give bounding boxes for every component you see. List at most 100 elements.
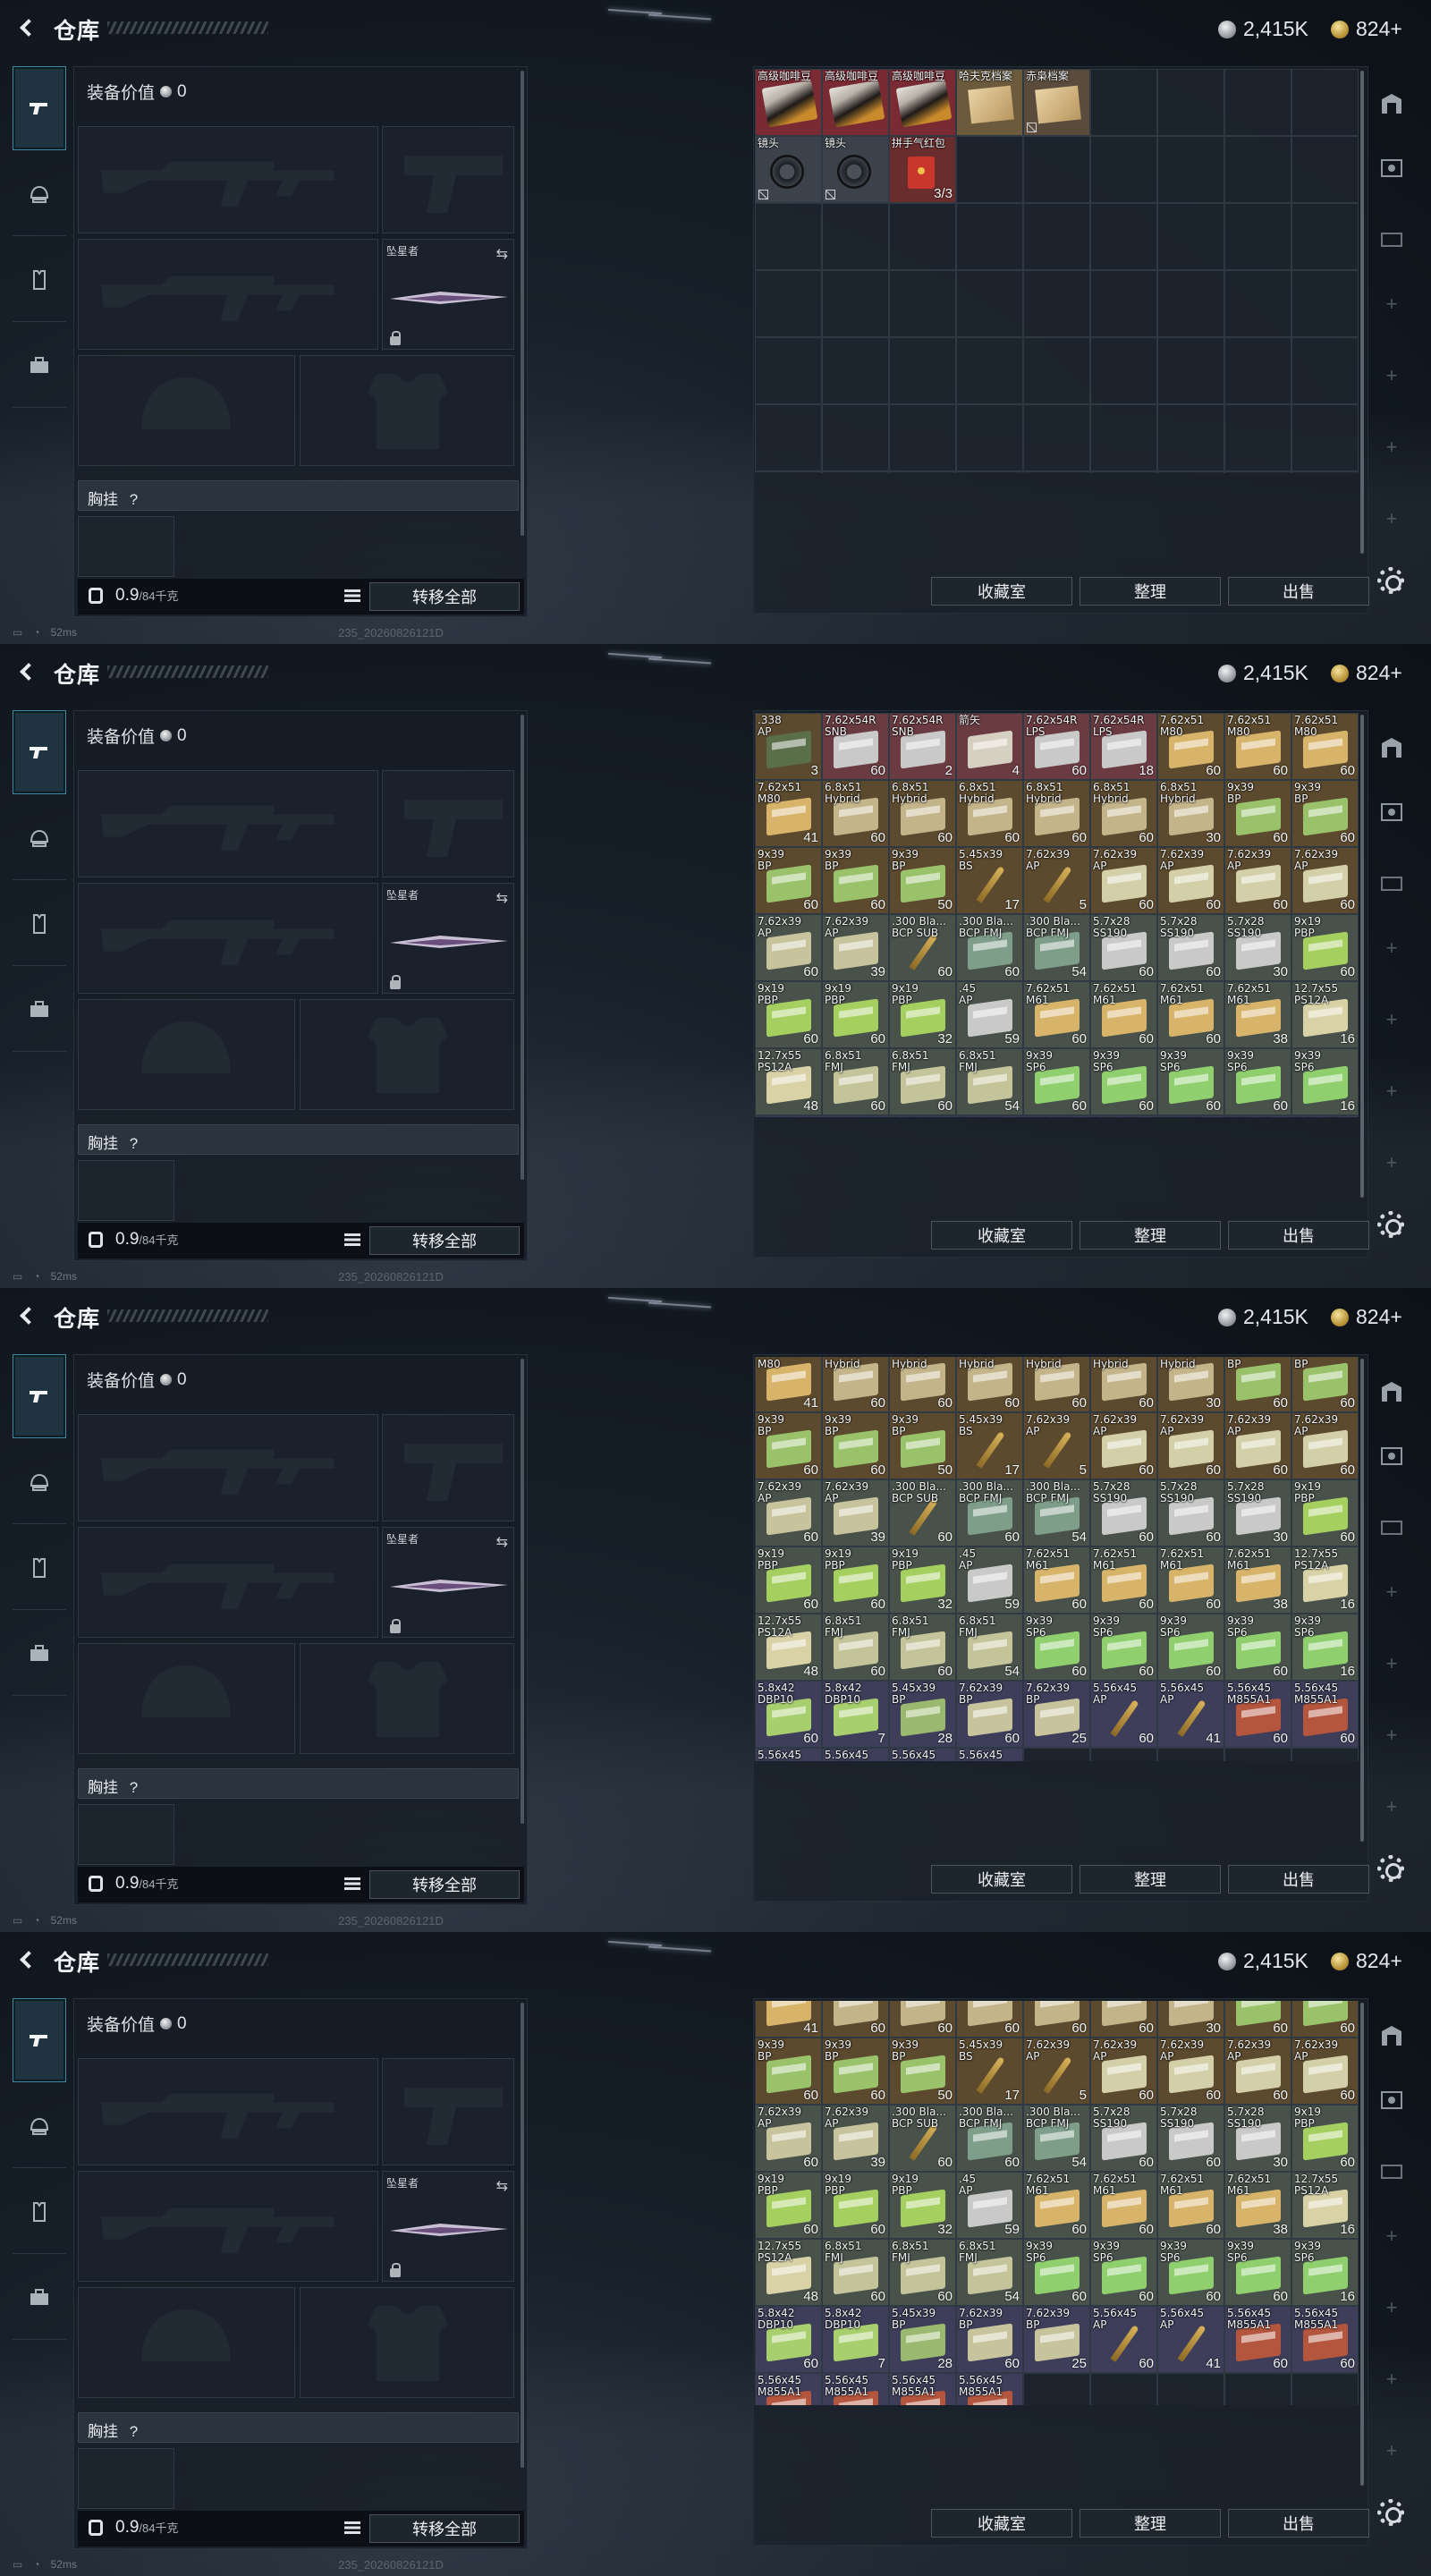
inventory-item[interactable]: 9x19 PBP 60	[755, 981, 822, 1048]
inventory-item[interactable]: 9x39 SP6 60	[1224, 1613, 1291, 1681]
inventory-item[interactable]: 9x39 SP6 60	[1090, 2239, 1157, 2307]
armor-slot[interactable]	[300, 1643, 514, 1754]
tab-helmet[interactable]	[13, 1440, 66, 1524]
inventory-item[interactable]: 5.7x28 SS190 30	[1224, 1479, 1291, 1546]
primary-weapon-slot[interactable]	[78, 770, 378, 877]
inventory-item[interactable]: 7.62x39 AP 39	[822, 914, 889, 981]
inventory-item[interactable]: .300 Bla... BCP SUB 60	[889, 2105, 956, 2173]
inventory-item[interactable]: 7.62x39 AP 60	[1090, 1411, 1157, 1479]
inventory-item[interactable]: 6.8x51 Hybrid60	[956, 780, 1023, 847]
equipment-scrollbar[interactable]	[521, 715, 524, 1180]
inventory-item[interactable]: 9x19 PBP 60	[1291, 914, 1359, 981]
inventory-item[interactable]: 7.62x39 BP60	[956, 1115, 1023, 1117]
inventory-item[interactable]: 9x39 BP 50	[889, 1411, 956, 1479]
gold-currency[interactable]: 824+	[1331, 1949, 1402, 1973]
backup-weapon-slot[interactable]	[78, 2171, 378, 2282]
inventory-item[interactable]: .300 Bla... BCP FMJ 54	[1023, 2105, 1090, 2173]
inventory-item[interactable]: 5.45x39 BS 17	[956, 847, 1023, 914]
inventory-item[interactable]: 7.62x39 AP 60	[1157, 847, 1224, 914]
add-page-2[interactable]: +	[1372, 356, 1411, 395]
transfer-all-button[interactable]: 转移全部	[369, 2514, 520, 2543]
tab-case[interactable]	[13, 2256, 66, 2340]
gold-currency[interactable]: 824+	[1331, 17, 1402, 41]
helmet-slot[interactable]	[78, 355, 295, 466]
inventory-item[interactable]: 6.8x51 FMJ 54	[956, 2239, 1023, 2307]
add-page-3[interactable]: +	[1372, 1072, 1411, 1111]
inventory-item[interactable]: 5.56x45 AP 60	[1090, 1680, 1157, 1748]
inventory-item[interactable]: 9x39 BP60	[822, 1411, 889, 1479]
inventory-item[interactable]: 赤枭档案	[1023, 69, 1090, 136]
inventory-item[interactable]: 哈夫克档案	[956, 69, 1023, 136]
inventory-item[interactable]: 12.7x55 PS12A 48	[755, 1048, 822, 1115]
tab-helmet[interactable]	[13, 2084, 66, 2168]
inventory-item[interactable]: 9x39 BP 50	[889, 847, 956, 914]
inventory-item[interactable]: 7.62x51 M61 60	[1157, 981, 1224, 1048]
collection-room-button[interactable]: 收藏室	[931, 2509, 1072, 2538]
inventory-item[interactable]: 5.7x28 SS190 60	[1090, 2105, 1157, 2173]
inventory-item[interactable]: .300 Bla... BCP FMJ 54	[1023, 914, 1090, 981]
inventory-item[interactable]: 7.62x51 M61 38	[1224, 1546, 1291, 1614]
storage-page-2[interactable]	[1372, 1436, 1411, 1476]
storage-scrollbar[interactable]	[1360, 71, 1364, 554]
add-page-4[interactable]: +	[1372, 2431, 1411, 2470]
helmet-slot[interactable]	[78, 999, 295, 1110]
inventory-item[interactable]: 7.62x51 M61 60	[1023, 2172, 1090, 2240]
inventory-item[interactable]: .300 Bla... BCP FMJ 54	[1023, 1479, 1090, 1546]
inventory-item[interactable]: 6.8x51 FMJ 60	[889, 1613, 956, 1681]
collection-room-button[interactable]: 收藏室	[931, 1865, 1072, 1894]
melee-slot[interactable]: 坠星者 ⇆	[382, 2171, 514, 2282]
inventory-item[interactable]: 拼手气红包 3/3	[889, 136, 956, 203]
inventory-item[interactable]: 7.62x39 AP 5	[1023, 2038, 1090, 2106]
inventory-item[interactable]: 5.7x28 SS190 60	[1157, 1479, 1224, 1546]
inventory-item[interactable]: 6.8x51 Hybrid60	[1090, 780, 1157, 847]
tab-weapons[interactable]	[13, 710, 66, 794]
inventory-item[interactable]: 6.8x51 Hybrid60	[1090, 2001, 1157, 2038]
inventory-item[interactable]: 5.56x45 M855A160	[1291, 2306, 1359, 2374]
inventory-item[interactable]: 5.56x45 M855A145	[956, 2373, 1023, 2405]
add-page-4[interactable]: +	[1372, 499, 1411, 538]
inventory-item[interactable]: 9x39 BP60	[1291, 2001, 1359, 2038]
inventory-item[interactable]: 9x39 SP6 60	[1023, 2239, 1090, 2307]
storage-scrollbar[interactable]	[1360, 2003, 1364, 2486]
armor-slot[interactable]	[300, 2287, 514, 2398]
inventory-item[interactable]: .338 AP 3	[755, 713, 822, 780]
inventory-item[interactable]: 箭矢 4	[956, 713, 1023, 780]
equipment-scrollbar[interactable]	[521, 71, 524, 536]
settings-gear-icon[interactable]	[1377, 1855, 1404, 1882]
list-icon[interactable]	[344, 589, 360, 602]
add-page-3[interactable]: +	[1372, 428, 1411, 467]
inventory-item[interactable]: 7.62x39 AP 60	[755, 914, 822, 981]
back-button[interactable]	[13, 1946, 39, 1973]
inventory-item[interactable]: 9x39 SP6 60	[1023, 1048, 1090, 1115]
transfer-all-button[interactable]: 转移全部	[369, 1226, 520, 1255]
organize-button[interactable]: 整理	[1080, 1221, 1221, 1250]
inventory-item[interactable]: 7.62x51 M61 60	[1157, 2172, 1224, 2240]
inventory-item[interactable]: 7.62x39 AP 60	[1291, 2038, 1359, 2106]
settings-gear-icon[interactable]	[1377, 1211, 1404, 1238]
inventory-item[interactable]: .300 Bla... BCP SUB 60	[889, 914, 956, 981]
inventory-item[interactable]: 6.8x51 Hybrid 30	[1157, 780, 1224, 847]
inventory-item[interactable]: 9x39 SP6 16	[1291, 1048, 1359, 1115]
inventory-item[interactable]: 7.62x39 BP60	[956, 1680, 1023, 1748]
inventory-item[interactable]: 9x39 BP60	[1291, 780, 1359, 847]
inventory-item[interactable]: 7.62x51 M80 60	[1224, 713, 1291, 780]
inventory-item[interactable]: 7.62x39 AP 60	[755, 2105, 822, 2173]
inventory-item[interactable]: 6.8x51 Hybrid60	[822, 1357, 889, 1412]
inventory-item[interactable]: 6.8x51 Hybrid60	[956, 2001, 1023, 2038]
primary-weapon-slot[interactable]	[78, 1414, 378, 1521]
inventory-item[interactable]: 7.62x39 AP 60	[1224, 2038, 1291, 2106]
gold-currency[interactable]: 824+	[1331, 661, 1402, 685]
equipment-scrollbar[interactable]	[521, 1359, 524, 1824]
collection-room-button[interactable]: 收藏室	[931, 577, 1072, 606]
melee-slot[interactable]: 坠星者 ⇆	[382, 1527, 514, 1638]
inventory-item[interactable]: 5.56x45 AP 41	[1157, 2306, 1224, 2374]
inventory-item[interactable]: 7.62x39 AP 5	[1023, 847, 1090, 914]
inventory-item[interactable]: 5.56x45 M855A160	[889, 1747, 956, 1761]
inventory-item[interactable]: 7.62x39 AP 60	[1090, 2038, 1157, 2106]
inventory-item[interactable]: 9x19 PBP 60	[822, 2172, 889, 2240]
inventory-item[interactable]: 12.7x55 PS12A 16	[1291, 981, 1359, 1048]
tab-vest[interactable]	[13, 882, 66, 966]
inventory-item[interactable]: 7.62x51 M80 60	[1157, 713, 1224, 780]
inventory-item[interactable]: 7.62x39 AP 5	[1023, 1411, 1090, 1479]
inventory-item[interactable]: 5.8x42 DBP10 60	[755, 2306, 822, 2374]
